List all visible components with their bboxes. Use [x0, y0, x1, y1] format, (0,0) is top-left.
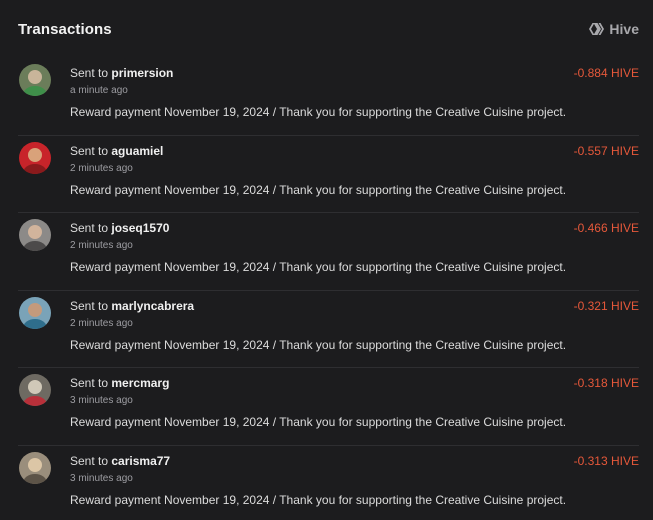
transaction-time: 3 minutes ago — [70, 395, 133, 407]
transaction-summary: Sent to primersion — [70, 66, 173, 80]
panel-header: Transactions Hive — [18, 0, 639, 58]
transaction-time: a minute ago — [70, 85, 128, 96]
transaction-summary: Sent to marlyncabrera — [70, 299, 194, 313]
transaction-amount: -0.557 HIVE — [573, 143, 639, 158]
hive-brand-label: Hive — [609, 21, 639, 37]
transaction-prefix: Sent to — [70, 298, 109, 313]
transaction-time: 2 minutes ago — [70, 317, 133, 329]
transactions-panel: Transactions Hive Sent to primersion a m… — [0, 0, 653, 520]
transaction-memo: Reward payment November 19, 2024 / Thank… — [70, 492, 567, 507]
user-avatar[interactable] — [19, 141, 51, 174]
transaction-row: Sent to mercmarg 3 minutes ago Reward pa… — [18, 368, 639, 446]
recipient-username[interactable]: mercmarg — [111, 376, 169, 390]
transaction-memo: Reward payment November 19, 2024 / Thank… — [70, 105, 567, 119]
transaction-time: 2 minutes ago — [70, 240, 133, 252]
transaction-prefix: Sent to — [70, 66, 109, 80]
recipient-username[interactable]: aguamiel — [111, 144, 163, 158]
user-avatar[interactable] — [19, 374, 51, 407]
transaction-amount: -0.318 HIVE — [573, 376, 639, 391]
transaction-list: Sent to primersion a minute ago Reward p… — [18, 58, 639, 520]
panel-title: Transactions — [18, 20, 112, 38]
transaction-row: Sent to primersion a minute ago Reward p… — [18, 58, 639, 136]
transaction-memo: Reward payment November 19, 2024 / Thank… — [70, 260, 567, 275]
transaction-amount: -0.321 HIVE — [573, 298, 639, 313]
transaction-memo: Reward payment November 19, 2024 / Thank… — [70, 337, 567, 352]
transaction-memo: Reward payment November 19, 2024 / Thank… — [70, 182, 567, 197]
transaction-summary: Sent to mercmarg — [70, 376, 169, 390]
user-avatar[interactable] — [19, 219, 51, 252]
recipient-username[interactable]: joseq1570 — [111, 221, 169, 235]
transaction-prefix: Sent to — [70, 453, 109, 468]
user-avatar[interactable] — [19, 451, 51, 484]
transaction-summary: Sent to carisma77 — [70, 454, 170, 468]
transaction-row: Sent to marlyncabrera 2 minutes ago Rewa… — [18, 291, 639, 369]
transaction-prefix: Sent to — [70, 221, 109, 236]
transaction-prefix: Sent to — [70, 143, 109, 158]
transaction-row: Sent to aguamiel 2 minutes ago Reward pa… — [18, 136, 639, 214]
transaction-summary: Sent to joseq1570 — [70, 221, 169, 235]
hive-logo-icon — [589, 22, 605, 36]
recipient-username[interactable]: carisma77 — [111, 454, 170, 468]
recipient-username[interactable]: marlyncabrera — [111, 299, 194, 313]
user-avatar[interactable] — [19, 64, 51, 96]
transaction-amount: -0.313 HIVE — [573, 453, 639, 468]
transaction-time: 2 minutes ago — [70, 162, 133, 174]
transaction-row: Sent to carisma77 3 minutes ago Reward p… — [18, 446, 639, 520]
transaction-amount: -0.466 HIVE — [573, 221, 639, 236]
transaction-prefix: Sent to — [70, 376, 109, 391]
transaction-summary: Sent to aguamiel — [70, 144, 163, 158]
transaction-amount: -0.884 HIVE — [573, 66, 639, 80]
recipient-username[interactable]: primersion — [111, 66, 173, 80]
transaction-row: Sent to joseq1570 2 minutes ago Reward p… — [18, 213, 639, 291]
hive-brand[interactable]: Hive — [589, 21, 639, 37]
user-avatar[interactable] — [19, 296, 51, 329]
transaction-time: 3 minutes ago — [70, 472, 133, 484]
transaction-memo: Reward payment November 19, 2024 / Thank… — [70, 415, 567, 430]
